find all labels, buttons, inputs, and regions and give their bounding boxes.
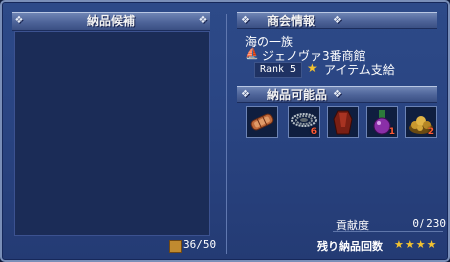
deliverable-header: ❖ 納品可能品 ❖ [237, 86, 437, 103]
candidates-list[interactable] [14, 31, 210, 236]
capacity-count: 36/50 [183, 238, 217, 251]
divider [226, 14, 227, 254]
ornament-right-icon: ❖ [198, 15, 208, 26]
red-cloth-icon [333, 110, 353, 135]
item-count: 1 [388, 127, 395, 137]
ship-icon: ⛵ [245, 47, 259, 60]
remaining-stars: ★★★★ [394, 238, 438, 251]
ornament-left-icon: ❖ [241, 89, 250, 100]
contribution-max: 230 [426, 217, 446, 230]
item-slot-chain-coil[interactable]: 6 [288, 106, 320, 138]
ingot-bundle-icon [250, 113, 274, 131]
crate-icon [169, 240, 182, 253]
ornament-left-icon: ❖ [14, 15, 24, 26]
ornament-right-icon: ❖ [333, 89, 342, 100]
perk-label: アイテム支給 [324, 63, 395, 77]
guild-info-title: 商会情報 [267, 14, 316, 28]
candidates-header: ❖ 納品候補 ❖ [12, 12, 210, 31]
deliverable-title: 納品可能品 [267, 88, 328, 102]
candidates-title: 納品候補 [86, 14, 135, 28]
star-icon: ★ [307, 61, 318, 75]
item-slot-purple-flask[interactable]: 1 [366, 106, 398, 138]
rank-badge: Rank 5 [254, 62, 302, 78]
guild-info-header: ❖ 商会情報 ❖ [237, 12, 437, 29]
item-slot-gold-ore-pile[interactable]: 2 [405, 106, 437, 138]
item-slot-ingot-bundle[interactable] [246, 106, 278, 138]
item-count: 6 [310, 127, 317, 137]
contribution-underline [333, 231, 443, 232]
item-count: 2 [427, 127, 434, 137]
remaining-deliveries-label: 残り納品回数 [317, 240, 383, 253]
ornament-right-icon: ❖ [333, 15, 342, 26]
guild-delivery-window: ❖ 納品候補 ❖ ❖ 商会情報 ❖ 海の一族 ⛵ ジェノヴァ3番商館 Rank … [0, 0, 450, 262]
ornament-left-icon: ❖ [241, 15, 250, 26]
item-slot-red-cloth[interactable] [327, 106, 359, 138]
contribution-current: 0 [412, 217, 419, 230]
